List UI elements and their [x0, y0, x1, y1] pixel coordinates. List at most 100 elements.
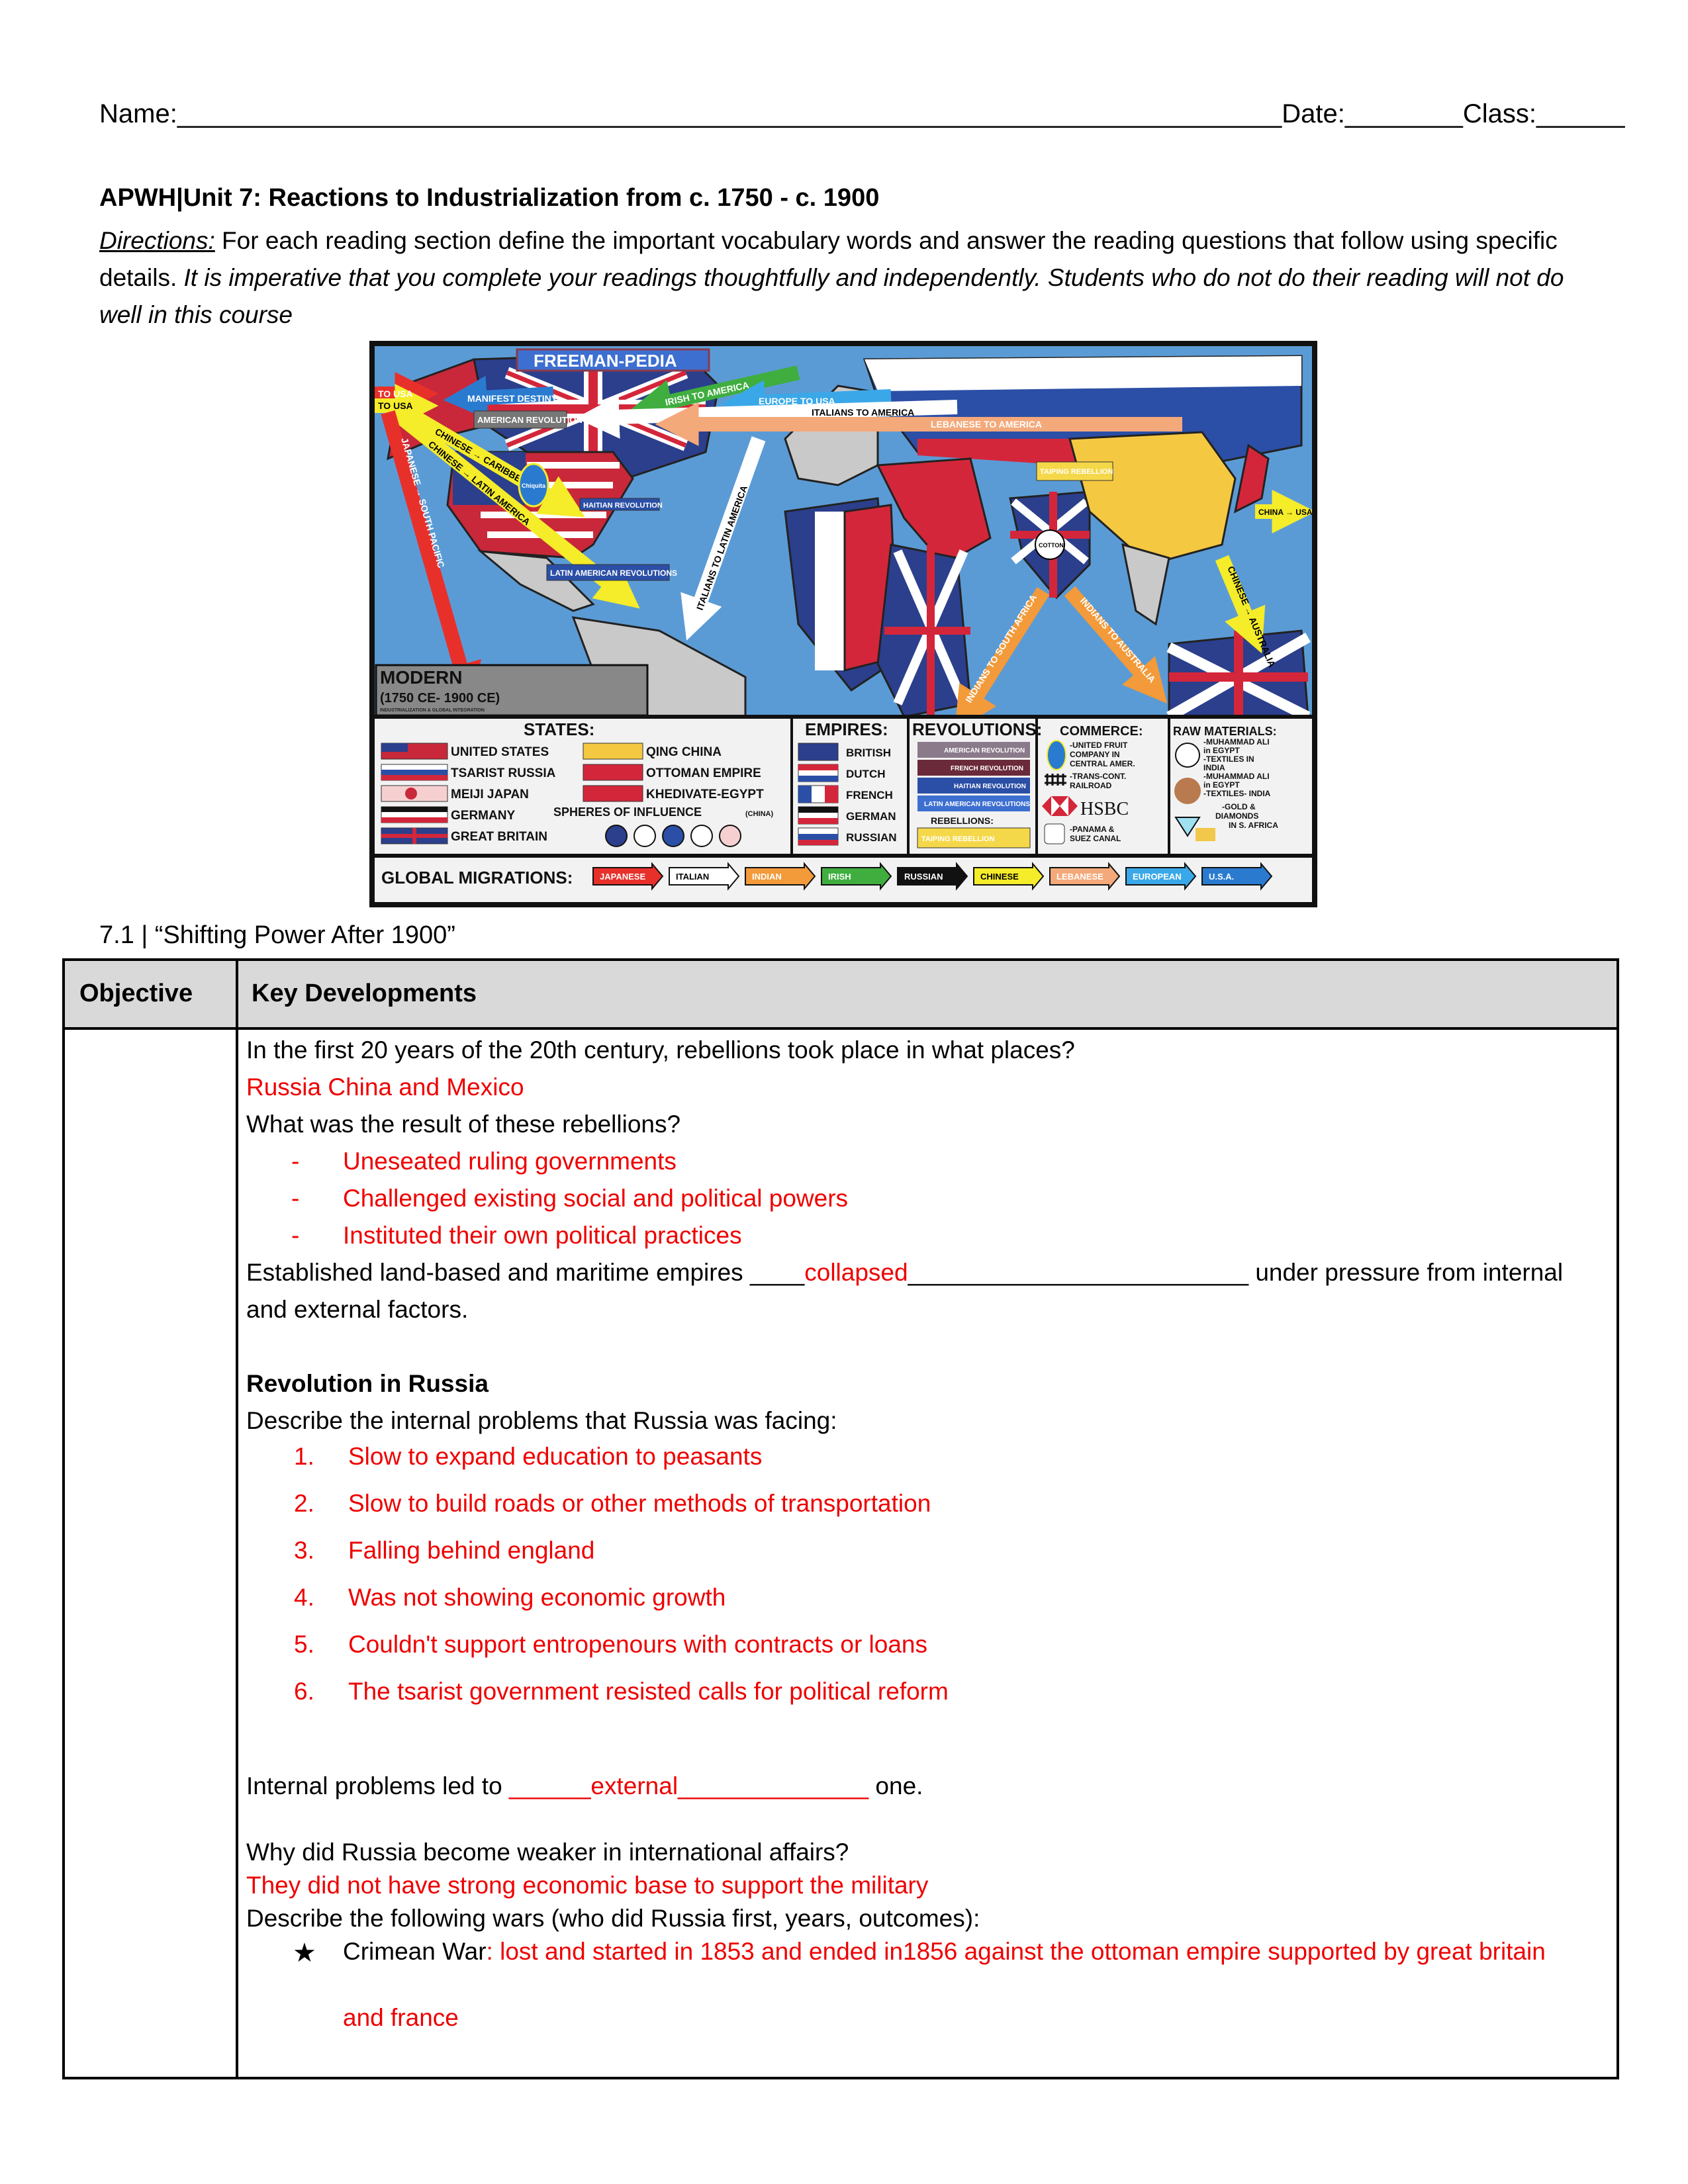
fill-answer-external[interactable]: external — [590, 1772, 678, 1799]
legend-commerce: CENTRAL AMER. — [1070, 759, 1135, 768]
legend-empire: DUTCH — [846, 768, 886, 780]
question-describe-wars: Describe the following wars (who did Rus… — [246, 1905, 980, 1932]
badge-american-revolution: AMERICAN REVOLUTION — [477, 415, 583, 425]
internal-problem-text[interactable]: Slow to expand education to peasants — [348, 1443, 762, 1471]
answer-rebellion-places[interactable]: Russia China and Mexico — [246, 1073, 524, 1101]
column-header-key-developments: Key Developments — [252, 979, 477, 1007]
fill-in-empires-cont: and external factors. — [246, 1296, 469, 1323]
result-text[interactable]: Challenged existing social and political… — [343, 1185, 848, 1212]
internal-problem-text[interactable]: The tsarist government resisted calls fo… — [348, 1678, 949, 1706]
date-field[interactable]: ________ — [1345, 99, 1463, 128]
list-number: 1. — [294, 1443, 314, 1470]
legend-empire: BRITISH — [846, 747, 891, 759]
section-title: 7.1 | “Shifting Power After 1900” — [99, 921, 455, 949]
result-text[interactable]: Instituted their own political practices — [343, 1222, 742, 1250]
question-rebellion-places: In the first 20 years of the 20th centur… — [246, 1036, 1075, 1064]
fill-answer-collapsed[interactable]: collapsed — [804, 1259, 908, 1286]
answer-weaker-international[interactable]: They did not have strong economic base t… — [246, 1872, 928, 1899]
result-text[interactable]: Uneseated ruling governments — [343, 1148, 677, 1175]
list-number: 3. — [294, 1537, 314, 1564]
legend-state: GREAT BRITAIN — [451, 830, 547, 844]
legend-raw: IN S. AFRICA — [1229, 821, 1278, 830]
fill-blank[interactable]: _________________________ — [908, 1259, 1248, 1286]
internal-problem-text[interactable]: Was not showing economic growth — [348, 1584, 726, 1612]
fill-prefix: Internal problems led to — [246, 1772, 509, 1799]
page-title: APWH|Unit 7: Reactions to Industrializat… — [99, 184, 880, 212]
legend-raw-title: RAW MATERIALS: — [1173, 725, 1277, 738]
legend-migrations-title: GLOBAL MIGRATIONS: — [381, 868, 573, 887]
legend-commerce: SUEZ CANAL — [1070, 834, 1121, 843]
fill-blank[interactable]: ______ — [509, 1772, 590, 1799]
legend-commerce: -UNITED FRUIT — [1070, 741, 1128, 750]
legend-state: OTTOMAN EMPIRE — [646, 766, 761, 780]
arrow-label: LEBANESE TO AMERICA — [931, 419, 1042, 430]
class-field[interactable]: ______ — [1536, 99, 1624, 128]
canal-icon — [1044, 823, 1065, 844]
name-date-class-line: Name:___________________________________… — [99, 99, 1624, 129]
migration-legend-label: IRISH — [828, 872, 851, 882]
arrow-label: TO USA — [378, 388, 413, 399]
legend-revolution: FRENCH REVOLUTION — [951, 765, 1023, 772]
legend-spheres-title: SPHERES OF INFLUENCE — [553, 805, 702, 819]
legend-revolution: AMERICAN REVOLUTION — [944, 747, 1025, 754]
dash-bullet-icon: - — [291, 1222, 300, 1249]
legend-state: GERMANY — [451, 809, 515, 823]
legend-commerce-hsbc: HSBC — [1080, 799, 1129, 819]
directions: Directions: For each reading section def… — [99, 222, 1602, 334]
arrow-label: MANIFEST DESTINY — [467, 393, 558, 404]
legend-empire: FRENCH — [846, 789, 893, 801]
question-rebellion-results: What was the result of these rebellions? — [246, 1111, 681, 1138]
chiquita-logo: Chiquita — [522, 482, 546, 489]
objective-cell[interactable] — [65, 1030, 236, 2077]
internal-problem-text[interactable]: Slow to build roads or other methods of … — [348, 1490, 931, 1518]
legend-raw: DIAMONDS — [1215, 811, 1258, 821]
migration-legend-label: RUSSIAN — [904, 872, 943, 882]
migration-legend-label: LEBANESE — [1056, 872, 1103, 882]
legend-spheres-note: (CHINA) — [745, 810, 773, 818]
migration-legend-label: CHINESE — [980, 872, 1019, 882]
arrow-label: EUROPE TO USA — [759, 396, 835, 406]
legend-commerce: COMPANY IN — [1070, 750, 1120, 759]
internal-problem-text[interactable]: Falling behind england — [348, 1537, 594, 1565]
date-label: Date: — [1282, 99, 1345, 128]
name-field[interactable]: ________________________________________… — [177, 99, 1282, 128]
war-answer[interactable]: : lost and started in 1853 and ended in1… — [487, 1938, 1546, 1965]
directions-emphasis: It is imperative that you complete your … — [99, 264, 1564, 328]
legend-raw: INDIA — [1203, 763, 1225, 772]
legend-state: MEIJI JAPAN — [451, 788, 529, 801]
column-header-objective: Objective — [79, 979, 193, 1007]
name-label: Name: — [99, 99, 177, 128]
arrow-label: CHINA → USA — [1258, 508, 1312, 517]
migration-legend-label: INDIAN — [752, 872, 782, 882]
legend-state: UNITED STATES — [451, 745, 549, 759]
arrow-label: ITALIANS TO AMERICA — [812, 407, 914, 418]
legend-raw: -MUHAMMAD ALI — [1203, 772, 1270, 781]
world-map-image: FREEMAN-PEDIA TO USA TO USA MANIFEST DES… — [369, 341, 1317, 907]
list-number: 2. — [294, 1490, 314, 1517]
copper-coin-icon — [1174, 778, 1201, 804]
badge-haitian-revolution: HAITIAN REVOLUTION — [583, 502, 663, 510]
legend-raw: -MUHAMMAD ALI — [1203, 737, 1270, 747]
fill-in-empires: Established land-based and maritime empi… — [246, 1259, 1563, 1287]
legend-revolutions-title: REVOLUTIONS: — [912, 719, 1042, 739]
legend-commerce: -PANAMA & — [1070, 825, 1115, 834]
map-banner-text: FREEMAN-PEDIA — [534, 351, 677, 371]
dash-bullet-icon: - — [291, 1148, 300, 1175]
cotton-icon — [1175, 743, 1200, 768]
war-answer-continued[interactable]: and france — [343, 2004, 459, 2032]
legend-rebellion: TAIPING REBELLION — [921, 835, 994, 843]
star-bullet-icon: ★ — [293, 1938, 316, 1968]
migration-legend-label: ITALIAN — [676, 872, 709, 882]
fill-suffix: under pressure from internal — [1248, 1259, 1564, 1286]
dash-bullet-icon: - — [291, 1185, 300, 1212]
internal-problem-text[interactable]: Couldn't support entropenours with contr… — [348, 1631, 927, 1659]
directions-label: Directions: — [99, 227, 215, 254]
chiquita-icon — [1047, 740, 1066, 770]
legend-raw: in EGYPT — [1203, 746, 1240, 755]
era-dates: (1750 CE- 1900 CE) — [380, 691, 500, 705]
legend-revolution: LATIN AMERICAN REVOLUTIONS — [924, 801, 1030, 808]
fill-suffix: one. — [868, 1772, 923, 1799]
fill-blank[interactable]: ______________ — [678, 1772, 868, 1799]
list-number: 4. — [294, 1584, 314, 1611]
legend-revolution: HAITIAN REVOLUTION — [954, 783, 1026, 790]
